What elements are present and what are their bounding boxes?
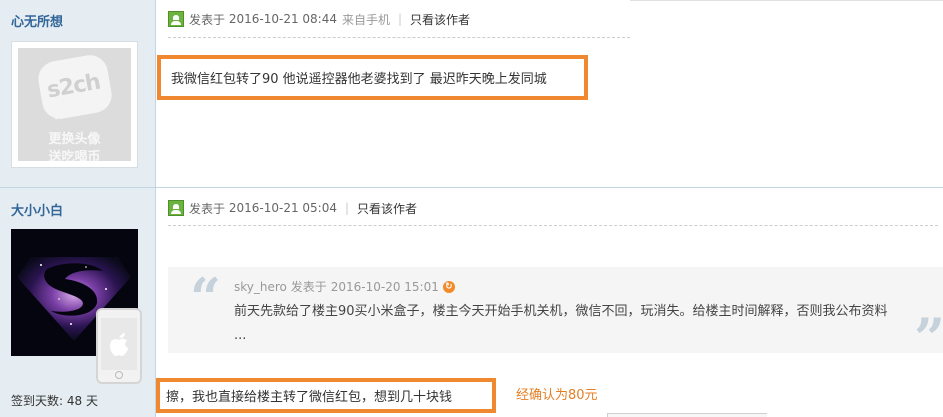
author-only-link[interactable]: 只看该作者 xyxy=(410,11,470,28)
post-date: 2016-10-21 05:04 xyxy=(228,201,337,215)
default-avatar-image: s2ch 更换头像 送吃喝币 xyxy=(18,48,131,161)
author-sidebar: 心无所想 s2ch 更换头像 送吃喝币 xyxy=(0,0,156,187)
author-only-link[interactable]: 只看该作者 xyxy=(357,200,417,217)
mobile-phone-icon xyxy=(96,308,142,384)
post-meta: 发表于 2016-10-21 08:44 来自手机 | 只看该作者 xyxy=(168,9,470,29)
post-content-text: 我微信红包转了90 他说遥控器他老婆找到了 最迟昨天晚上发同城 xyxy=(171,72,547,87)
quote-header: sky_hero 发表于 2016-10-20 15:01 ↻ xyxy=(234,278,455,295)
quote-block: “ sky_hero 发表于 2016-10-20 15:01 ↻ 前天先款给了… xyxy=(168,266,943,365)
phone-screen xyxy=(101,318,137,370)
quote-author: sky_hero xyxy=(234,279,287,294)
avatar[interactable]: s2ch 更换头像 送吃喝币 xyxy=(11,41,138,168)
post-content-highlighted: 擦，我也直接给楼主转了微信红包，想到几十块钱 xyxy=(156,378,496,413)
meta-separator: | xyxy=(398,12,403,26)
quote-text: 前天先款给了楼主90买小米盒子，楼主今天开始手机关机，微信不回，玩消失。给楼主时… xyxy=(234,304,888,343)
post-content-highlighted: 我微信红包转了90 他说遥控器他老婆找到了 最迟昨天晚上发同城 xyxy=(157,55,588,100)
post-1: 心无所想 s2ch 更换头像 送吃喝币 发表于 2016-10-21 08:44… xyxy=(0,0,943,187)
avatar-caption-line2: 送吃喝币 xyxy=(48,150,101,161)
post-2: 大小小白 发表于 2016-10-21 05:04 | 只看该作者 “ sky_… xyxy=(0,187,943,417)
quote-open-icon: “ xyxy=(190,266,222,330)
online-status-icon xyxy=(168,200,184,216)
avatar-caption-line1: 更换头像 xyxy=(48,132,101,147)
meta-divider xyxy=(168,225,938,226)
post-meta: 发表于 2016-10-21 05:04 | 只看该作者 xyxy=(168,198,417,218)
quote-posted-label: 发表于 xyxy=(290,280,327,294)
chat-bubble-tail xyxy=(48,104,68,120)
meta-separator: | xyxy=(344,201,350,215)
quote-date: 2016-10-20 15:01 xyxy=(330,279,439,294)
post-source: 来自手机 xyxy=(341,12,390,27)
signature-box-partial xyxy=(607,413,767,417)
posted-label: 发表于 xyxy=(189,12,226,27)
jump-to-post-icon[interactable]: ↻ xyxy=(442,280,455,293)
apple-icon xyxy=(110,333,128,356)
meta-divider xyxy=(168,37,630,38)
signature-partial xyxy=(513,412,608,417)
annotation-note: 经确认为80元 xyxy=(516,388,598,403)
sign-in-days: 签到天数: 48 天 xyxy=(11,394,98,408)
phone-home-button xyxy=(115,371,123,379)
author-username[interactable]: 心无所想 xyxy=(11,11,63,30)
online-status-icon xyxy=(168,11,184,27)
posted-label: 发表于 xyxy=(189,201,226,216)
post-date: 2016-10-21 08:44 xyxy=(228,12,337,26)
post-content-text: 擦，我也直接给楼主转了微信红包，想到几十块钱 xyxy=(166,390,453,405)
author-username[interactable]: 大小小白 xyxy=(11,200,63,219)
quote-close-icon: ” xyxy=(913,306,943,370)
